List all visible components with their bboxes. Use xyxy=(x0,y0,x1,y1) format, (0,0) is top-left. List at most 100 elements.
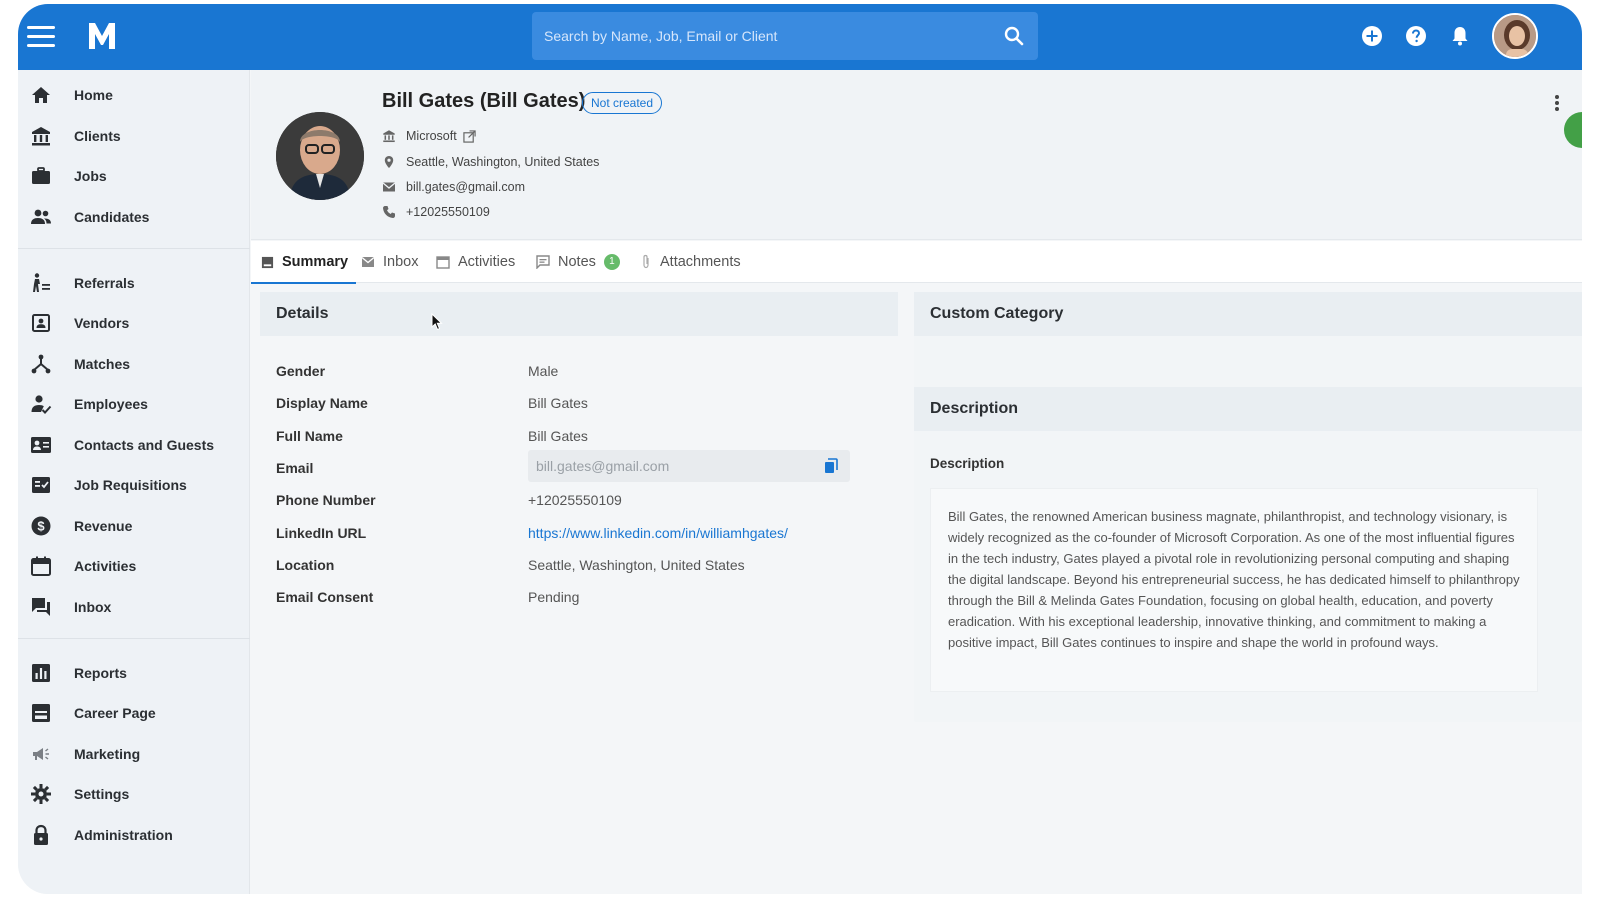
sidebar-item-revenue[interactable]: $ Revenue xyxy=(18,508,250,544)
custom-category-title: Custom Category xyxy=(930,305,1064,322)
right-column: Custom Category Description Description … xyxy=(914,292,1582,722)
app-logo[interactable] xyxy=(86,17,118,53)
help-icon[interactable] xyxy=(1404,24,1428,48)
global-search[interactable] xyxy=(532,12,1038,60)
sidebar-item-settings[interactable]: Settings xyxy=(18,776,250,812)
megaphone-icon xyxy=(33,748,49,760)
briefcase-icon xyxy=(32,167,50,184)
sidebar-item-referrals[interactable]: Referrals xyxy=(18,265,250,301)
add-circle-icon[interactable] xyxy=(1360,24,1384,48)
sidebar-item-label: Revenue xyxy=(74,518,133,534)
dollar-icon: $ xyxy=(31,516,51,536)
home-icon xyxy=(32,87,50,103)
gear-icon xyxy=(31,784,51,804)
description-label: Description xyxy=(930,456,1005,471)
tab-label: Inbox xyxy=(383,254,419,270)
location-pin-icon xyxy=(384,156,394,168)
sidebar-item-matches[interactable]: Matches xyxy=(18,346,250,382)
sidebar-item-vendors[interactable]: Vendors xyxy=(18,305,250,341)
tab-inbox[interactable]: Inbox xyxy=(361,241,418,283)
tab-summary[interactable]: Summary xyxy=(250,241,357,284)
tab-notes[interactable]: Notes 1 xyxy=(536,241,620,283)
svg-text:$: $ xyxy=(37,519,45,534)
field-value-display-name: Bill Gates xyxy=(528,395,588,411)
user-avatar[interactable] xyxy=(1492,13,1538,59)
tab-attachments[interactable]: Attachments xyxy=(640,241,741,283)
page-icon xyxy=(32,704,50,722)
bank-icon xyxy=(32,127,50,146)
hamburger-menu-icon[interactable] xyxy=(27,26,55,48)
field-label-gender: Gender xyxy=(276,363,326,379)
sidebar-item-administration[interactable]: Administration xyxy=(18,817,250,853)
description-box: Bill Gates, the renowned American busine… xyxy=(930,488,1538,692)
sidebar-item-contacts-and-guests[interactable]: Contacts and Guests xyxy=(18,427,250,463)
tab-label: Summary xyxy=(282,254,349,270)
sidebar-item-label: Candidates xyxy=(74,209,150,225)
external-link-icon[interactable] xyxy=(463,129,476,143)
field-value-phone-number: +12025550109 xyxy=(528,492,622,508)
profile-location: Seattle, Washington, United States xyxy=(406,155,600,169)
sidebar-item-candidates[interactable]: Candidates xyxy=(18,199,250,235)
search-input[interactable] xyxy=(544,12,984,60)
field-label-email-consent: Email Consent xyxy=(276,589,374,605)
main-content: Bill Gates (Bill Gates) Not created Micr… xyxy=(250,70,1582,894)
sidebar-item-label: Employees xyxy=(74,396,148,412)
profile-name: Bill Gates (Bill Gates) xyxy=(382,90,586,112)
tab-activities[interactable]: Activities xyxy=(436,241,515,283)
description-text: Bill Gates, the renowned American busine… xyxy=(948,509,1520,650)
sidebar-item-home[interactable]: Home xyxy=(18,77,250,113)
people-icon xyxy=(31,209,51,224)
lock-icon xyxy=(34,824,48,845)
sidebar-item-marketing[interactable]: Marketing xyxy=(18,736,250,772)
linkedin-url-link[interactable]: https://www.linkedin.com/in/williamhgate… xyxy=(528,525,788,541)
sidebar-item-label: Referrals xyxy=(74,275,135,291)
sidebar-item-inbox[interactable]: Inbox xyxy=(18,589,250,625)
profile-email-row: bill.gates@gmail.com xyxy=(382,177,525,197)
profile-company-row: Microsoft xyxy=(382,126,486,146)
field-label-linkedin-url: LinkedIn URL xyxy=(276,525,367,541)
sidebar-divider xyxy=(18,638,250,639)
sidebar-item-label: Clients xyxy=(74,128,121,144)
field-value-full-name: Bill Gates xyxy=(528,428,588,444)
sidebar-item-label: Settings xyxy=(74,786,130,802)
notification-bell-icon[interactable] xyxy=(1448,24,1472,48)
sidebar-item-label: Home xyxy=(74,87,113,103)
paperclip-icon xyxy=(643,254,649,269)
sidebar-item-jobs[interactable]: Jobs xyxy=(18,158,250,194)
sidebar-item-clients[interactable]: Clients xyxy=(18,118,250,154)
tab-label: Activities xyxy=(458,254,516,270)
custom-category-header: Custom Category xyxy=(914,292,1582,336)
sidebar-item-job-requisitions[interactable]: Job Requisitions xyxy=(18,467,250,503)
more-options-icon[interactable] xyxy=(1554,94,1560,112)
envelope-icon xyxy=(361,256,375,267)
contact-card-icon xyxy=(31,437,51,453)
requisition-icon xyxy=(32,477,50,493)
summary-icon xyxy=(261,256,274,268)
email-field[interactable]: bill.gates@gmail.com xyxy=(528,450,850,482)
sidebar-item-employees[interactable]: Employees xyxy=(18,386,250,422)
profile-company[interactable]: Microsoft xyxy=(406,129,457,143)
status-badge: Not created xyxy=(582,92,663,114)
profile-avatar xyxy=(276,112,364,200)
sidebar-item-label: Job Requisitions xyxy=(74,477,187,493)
floating-action-button[interactable] xyxy=(1564,112,1582,148)
copy-icon[interactable] xyxy=(824,458,838,474)
sidebar-item-career-page[interactable]: Career Page xyxy=(18,695,250,731)
profile-phone[interactable]: +12025550109 xyxy=(406,205,490,219)
sidebar-item-label: Administration xyxy=(74,827,173,843)
profile-phone-row: +12025550109 xyxy=(382,202,490,222)
sidebar-item-label: Vendors xyxy=(74,315,130,331)
field-label-full-name: Full Name xyxy=(276,428,343,444)
user-avatar-image xyxy=(1494,15,1536,57)
profile-email[interactable]: bill.gates@gmail.com xyxy=(406,180,525,194)
referral-icon xyxy=(33,273,50,292)
sidebar: Home Clients Jobs Candidates Referrals V… xyxy=(18,70,250,894)
sidebar-item-reports[interactable]: Reports xyxy=(18,655,250,691)
profile-location-row: Seattle, Washington, United States xyxy=(382,152,599,172)
search-icon[interactable] xyxy=(1004,26,1024,46)
employee-icon xyxy=(31,395,52,414)
sidebar-item-activities[interactable]: Activities xyxy=(18,548,250,584)
bar-chart-icon xyxy=(32,664,50,682)
calendar-icon xyxy=(436,256,450,269)
matches-icon xyxy=(31,354,51,374)
